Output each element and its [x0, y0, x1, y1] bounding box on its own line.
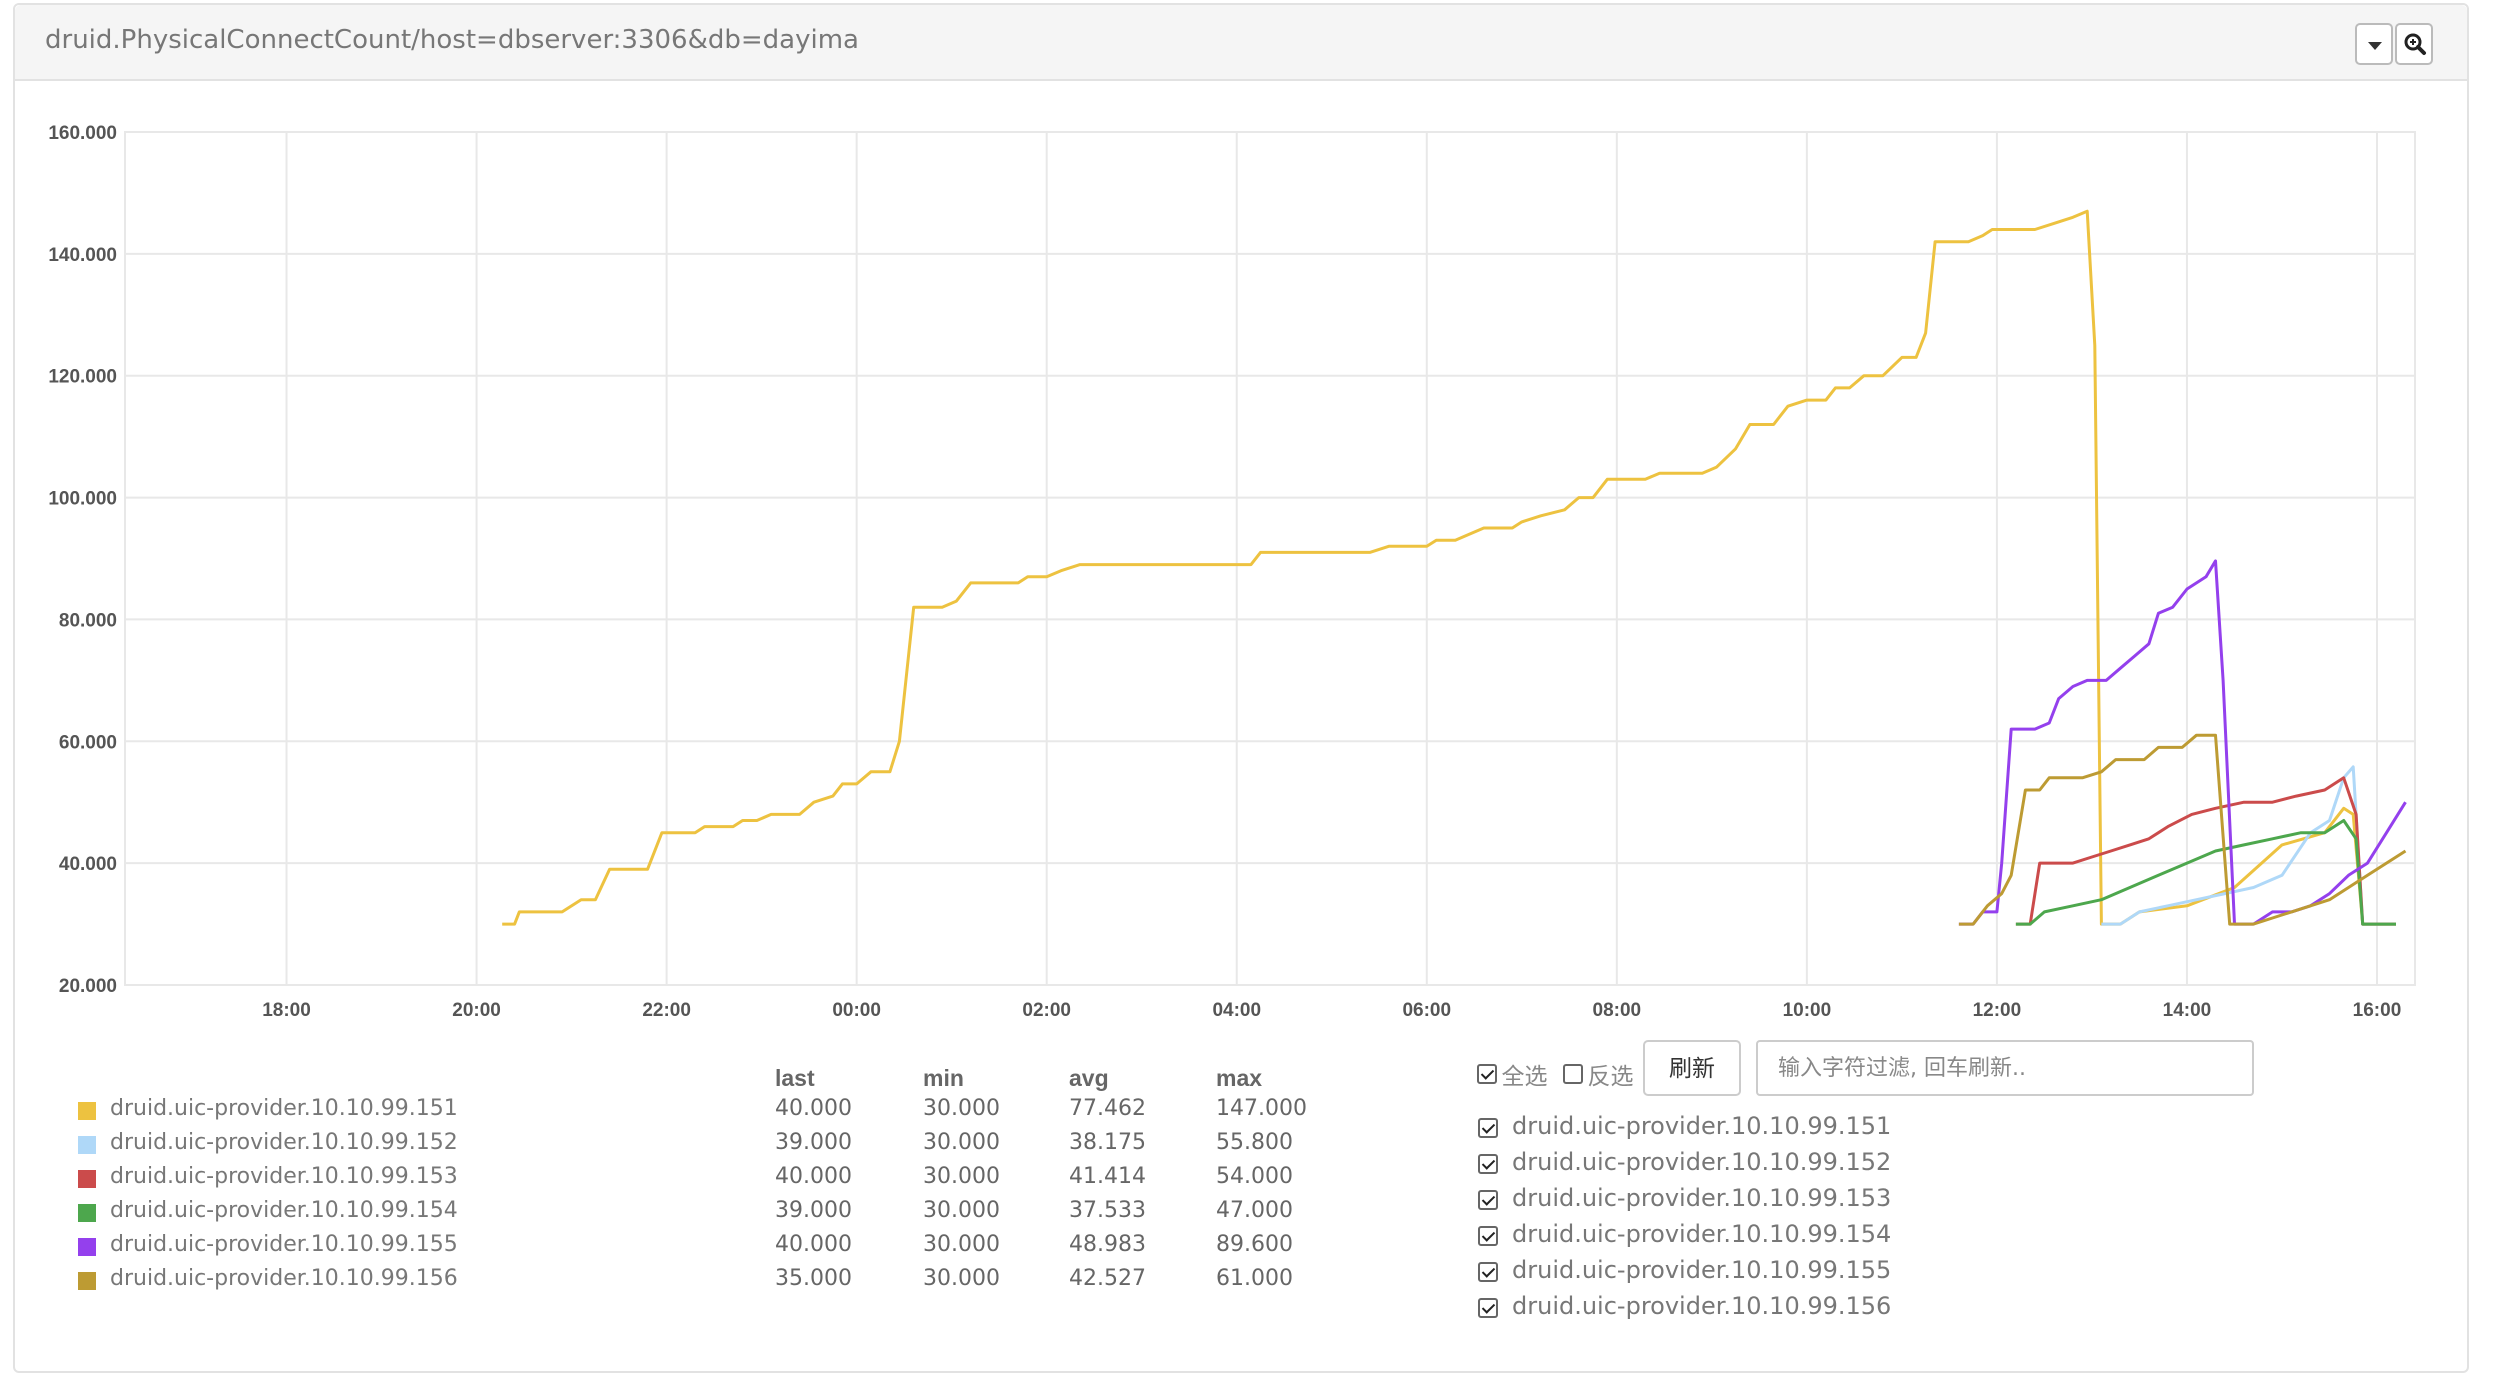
host-checkbox[interactable]: [1478, 1298, 1498, 1318]
legend-value-max: 47.000: [1216, 1198, 1293, 1223]
series-line: [502, 209, 2396, 926]
select-all-checkbox[interactable]: [1477, 1064, 1497, 1084]
invert-label: 反选: [1587, 1063, 1634, 1089]
legend-value-last: 39.000: [775, 1130, 852, 1155]
legend-value-avg: 48.983: [1069, 1232, 1146, 1257]
legend-row: druid.uic-provider.10.10.99.156 35.000 30.…: [78, 1266, 1378, 1300]
series-line: [2015, 819, 2396, 926]
legend-value-max: 89.600: [1216, 1232, 1293, 1257]
legend-value-last: 39.000: [775, 1198, 852, 1223]
legend-value-last: 40.000: [775, 1164, 852, 1189]
select-all-toggle[interactable]: 全选: [1477, 1057, 1547, 1091]
y-tick-label: 60.000: [59, 732, 117, 753]
legend-series-name: druid.uic-provider.10.10.99.154: [110, 1198, 458, 1223]
y-tick-label: 40.000: [59, 854, 117, 875]
plot-area: [124, 131, 2416, 986]
legend-value-max: 55.800: [1216, 1130, 1293, 1155]
x-tick-label: 06:00: [1402, 1000, 1451, 1021]
host-checkbox[interactable]: [1478, 1226, 1498, 1246]
legend-col-last: last: [775, 1065, 815, 1091]
legend-value-avg: 42.527: [1069, 1266, 1146, 1291]
legend-value-min: 30.000: [923, 1232, 1000, 1257]
x-tick-label: 04:00: [1212, 1000, 1261, 1021]
x-tick-label: 22:00: [642, 1000, 691, 1021]
legend-value-last: 40.000: [775, 1096, 852, 1121]
legend-value-avg: 38.175: [1069, 1130, 1146, 1155]
y-tick-label: 120.000: [48, 367, 117, 388]
x-tick-label: 10:00: [1783, 1000, 1832, 1021]
legend-value-avg: 37.533: [1069, 1198, 1146, 1223]
y-tick-label: 140.000: [48, 245, 117, 266]
legend-series-name: druid.uic-provider.10.10.99.153: [110, 1164, 458, 1189]
series-line: [2015, 776, 2396, 926]
x-tick-label: 02:00: [1022, 1000, 1071, 1021]
legend-row: druid.uic-provider.10.10.99.153 40.000 30.…: [78, 1164, 1378, 1198]
legend-value-min: 30.000: [923, 1130, 1000, 1155]
series-line: [1958, 559, 2407, 926]
x-tick-label: 18:00: [262, 1000, 311, 1021]
legend-swatch: [78, 1272, 96, 1290]
legend-value-max: 54.000: [1216, 1164, 1293, 1189]
filter-input[interactable]: [1756, 1040, 2254, 1096]
legend-col-max: max: [1216, 1065, 1263, 1091]
legend-swatch: [78, 1170, 96, 1188]
legend-row: druid.uic-provider.10.10.99.152 39.000 30.…: [78, 1130, 1378, 1164]
x-tick-label: 08:00: [1593, 1000, 1642, 1021]
host-label: druid.uic-provider.10.10.99.151: [1512, 1112, 1892, 1140]
legend-value-avg: 77.462: [1069, 1096, 1146, 1121]
x-tick-label: 20:00: [452, 1000, 501, 1021]
legend-swatch: [78, 1136, 96, 1154]
host-label: druid.uic-provider.10.10.99.153: [1512, 1184, 1892, 1212]
legend-row: druid.uic-provider.10.10.99.151 40.000 30.…: [78, 1096, 1378, 1130]
y-tick-label: 80.000: [59, 610, 117, 631]
x-tick-label: 14:00: [2163, 1000, 2212, 1021]
legend-value-max: 61.000: [1216, 1266, 1293, 1291]
legend-col-min: min: [923, 1065, 964, 1091]
legend-row: druid.uic-provider.10.10.99.154 39.000 30.…: [78, 1198, 1378, 1232]
y-tick-label: 20.000: [59, 976, 117, 997]
line-chart: 20.000 40.000 60.000 80.000 100.000 120.000 14…: [48, 123, 2416, 1021]
legend-value-last: 35.000: [775, 1266, 852, 1291]
legend-col-avg: avg: [1069, 1065, 1109, 1091]
legend-value-avg: 41.414: [1069, 1164, 1146, 1189]
legend-swatch: [78, 1102, 96, 1120]
legend-swatch: [78, 1238, 96, 1256]
select-all-label: 全选: [1501, 1063, 1548, 1089]
x-tick-label: 12:00: [1973, 1000, 2022, 1021]
legend-series-name: druid.uic-provider.10.10.99.156: [110, 1266, 458, 1291]
series-line: [1958, 733, 2407, 926]
legend-value-last: 40.000: [775, 1232, 852, 1257]
legend-value-min: 30.000: [923, 1096, 1000, 1121]
legend-value-max: 147.000: [1216, 1096, 1307, 1121]
legend-value-min: 30.000: [923, 1164, 1000, 1189]
legend-series-name: druid.uic-provider.10.10.99.155: [110, 1232, 458, 1257]
refresh-button[interactable]: 刷新: [1643, 1040, 1741, 1096]
invert-toggle[interactable]: 反选: [1563, 1057, 1633, 1091]
host-label: druid.uic-provider.10.10.99.156: [1512, 1292, 1892, 1320]
invert-checkbox[interactable]: [1563, 1064, 1583, 1084]
legend-series-name: druid.uic-provider.10.10.99.151: [110, 1096, 458, 1121]
y-tick-label: 100.000: [48, 489, 117, 510]
legend-series-name: druid.uic-provider.10.10.99.152: [110, 1130, 458, 1155]
host-label: druid.uic-provider.10.10.99.152: [1512, 1148, 1892, 1176]
legend-value-min: 30.000: [923, 1198, 1000, 1223]
legend-value-min: 30.000: [923, 1266, 1000, 1291]
legend-row: druid.uic-provider.10.10.99.155 40.000 30.…: [78, 1232, 1378, 1266]
y-tick-label: 160.000: [48, 123, 117, 144]
x-tick-label: 16:00: [2353, 1000, 2402, 1021]
x-tick-label: 00:00: [832, 1000, 881, 1021]
host-checkbox[interactable]: [1478, 1154, 1498, 1174]
host-checkbox[interactable]: [1478, 1190, 1498, 1210]
host-label: druid.uic-provider.10.10.99.155: [1512, 1256, 1892, 1284]
host-label: druid.uic-provider.10.10.99.154: [1512, 1220, 1892, 1248]
host-checkbox[interactable]: [1478, 1262, 1498, 1282]
host-checkbox[interactable]: [1478, 1118, 1498, 1138]
series-line: [2101, 765, 2396, 926]
legend-swatch: [78, 1204, 96, 1222]
